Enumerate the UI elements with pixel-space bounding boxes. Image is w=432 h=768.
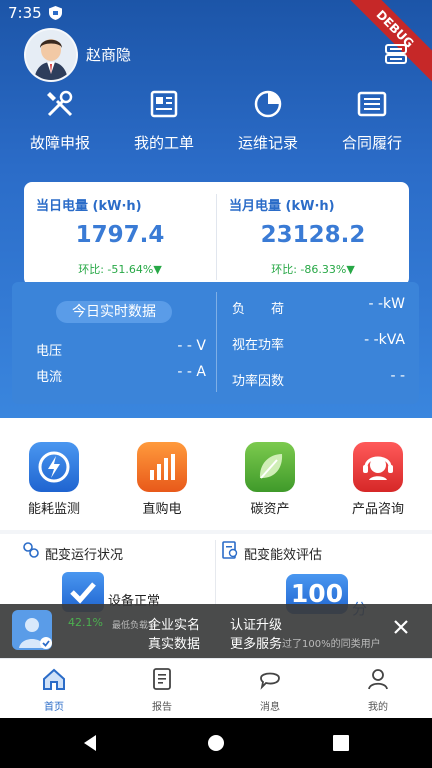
efficiency-eval-title[interactable]: 配变能效评估	[244, 544, 322, 563]
monthly-energy-title: 当月电量 (kW·h)	[229, 199, 335, 214]
load-value: - -kW	[368, 296, 405, 312]
service-label: 能耗监测	[27, 502, 80, 517]
tools-icon	[47, 90, 73, 117]
nav-home[interactable]: 首页	[0, 667, 108, 713]
daily-energy-title: 当日电量 (kW·h)	[36, 199, 142, 214]
contract-list-icon	[357, 91, 387, 117]
pie-chart-icon	[254, 90, 282, 118]
nav-label: 我的	[368, 702, 388, 713]
section-divider	[215, 540, 216, 604]
transformer-status-title[interactable]: 配变运行状况	[45, 544, 123, 563]
realtime-divider	[216, 292, 217, 392]
realtime-title: 今日实时数据	[56, 301, 172, 323]
realtime-panel[interactable]: 今日实时数据 电压 - - V 电流 - - A 负 荷 - -kW 视在功率 …	[12, 282, 419, 404]
username: 赵商隐	[86, 46, 132, 64]
nav-report[interactable]: 报告	[108, 667, 216, 713]
quick-action-label: 运维记录	[237, 134, 298, 152]
transformer-status-icon	[23, 542, 39, 558]
leaf-icon	[245, 442, 295, 492]
apparent-power-value: - -kVA	[364, 332, 405, 348]
apparent-power-label: 视在功率	[232, 338, 285, 353]
daily-energy-value: 1797.4	[75, 222, 165, 248]
service-carbon-assets[interactable]: 碳资产	[216, 442, 324, 517]
service-label: 直购电	[142, 502, 182, 517]
banner-line2b: 更多服务	[230, 637, 283, 652]
service-energy-monitor[interactable]: 能耗监测	[0, 442, 108, 517]
service-direct-power[interactable]: 直购电	[108, 442, 216, 517]
avatar[interactable]	[24, 28, 78, 82]
close-icon[interactable]	[394, 620, 408, 634]
nav-profile[interactable]: 我的	[324, 667, 432, 713]
bar-chart-icon	[137, 442, 187, 492]
nav-label: 消息	[260, 702, 280, 713]
lightning-icon	[29, 442, 79, 492]
banner-line2a: 认证升级	[230, 618, 283, 633]
banner-score-caption: 过了100%的同类用户	[282, 639, 381, 650]
efficiency-report-icon	[222, 541, 238, 559]
back-icon[interactable]	[80, 733, 100, 753]
service-product-consult[interactable]: 产品咨询	[324, 442, 432, 517]
quick-action-contract[interactable]: 合同履行	[318, 88, 426, 153]
monthly-energy-value: 23128.2	[260, 222, 366, 248]
quick-action-maintenance-records[interactable]: 运维记录	[214, 88, 322, 153]
work-order-icon	[150, 90, 178, 118]
nav-messages[interactable]: 消息	[216, 667, 324, 713]
verification-banner[interactable]: 42.1% 最低负载率 企业实名 真实数据 认证升级 更多服务 过了100%的同…	[0, 604, 432, 658]
load-label: 负 荷	[232, 302, 285, 317]
power-factor-value: - -	[390, 368, 405, 384]
quick-action-label: 合同履行	[341, 134, 402, 152]
nav-label: 首页	[44, 702, 64, 713]
verified-user-icon	[12, 610, 52, 650]
daily-energy-ratio: 环比: -51.64%▼	[78, 263, 162, 276]
current-label: 电流	[36, 370, 63, 385]
service-label: 产品咨询	[351, 502, 404, 517]
quick-action-my-orders[interactable]: 我的工单	[110, 88, 218, 153]
profile-icon	[368, 669, 388, 690]
report-icon	[153, 668, 171, 690]
monthly-energy-ratio: 环比: -86.33%▼	[271, 263, 355, 276]
status-time: 7:35	[8, 4, 42, 22]
banner-load-percent: 42.1%	[68, 616, 103, 629]
home-icon	[43, 668, 65, 690]
voltage-value: - - V	[177, 338, 206, 354]
message-icon	[260, 672, 280, 690]
banner-line1a: 企业实名	[148, 618, 201, 633]
energy-card: 当日电量 (kW·h) 1797.4 环比: -51.64%▼ 当月电量 (kW…	[24, 182, 409, 286]
nav-label: 报告	[152, 702, 172, 713]
voltage-label: 电压	[36, 344, 63, 359]
banner-line1b: 真实数据	[148, 637, 201, 652]
monthly-energy[interactable]: 当月电量 (kW·h) 23128.2 环比: -86.33%▼	[217, 182, 409, 286]
daily-energy[interactable]: 当日电量 (kW·h) 1797.4 环比: -51.64%▼	[24, 182, 216, 286]
current-value: - - A	[177, 364, 206, 380]
quick-action-fault-report[interactable]: 故障申报	[6, 88, 114, 153]
shield-icon	[49, 6, 62, 20]
quick-action-label: 我的工单	[133, 134, 194, 152]
user-avatar-icon	[26, 30, 76, 80]
service-label: 碳资产	[250, 502, 290, 517]
bottom-nav: 首页 报告 消息 我的	[0, 658, 432, 719]
recents-icon[interactable]	[332, 734, 350, 752]
headset-icon	[353, 442, 403, 492]
quick-action-label: 故障申报	[29, 134, 90, 152]
power-factor-label: 功率因数	[232, 374, 285, 389]
switch-account-icon[interactable]	[384, 42, 408, 66]
home-button-icon[interactable]	[206, 733, 226, 753]
system-nav-bar	[0, 718, 432, 768]
